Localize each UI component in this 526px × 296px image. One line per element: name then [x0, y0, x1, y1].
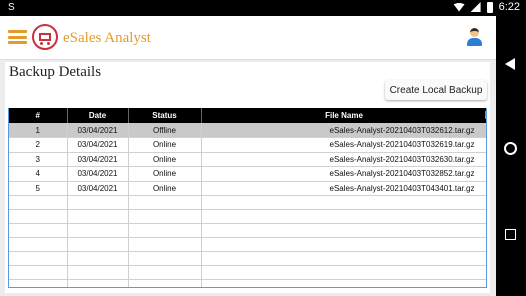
backup-table: # Date Status File Name 1 03/04/2021 Off… [8, 108, 487, 288]
cell-date: 03/04/2021 [67, 181, 129, 196]
user-avatar-icon[interactable] [466, 28, 482, 46]
cell-date: 03/04/2021 [67, 123, 129, 138]
column-resize-handle[interactable] [484, 111, 486, 119]
app-header: eSales Analyst [0, 16, 496, 60]
page-title: Backup Details [9, 64, 102, 80]
cell-status: Online [128, 152, 202, 167]
column-header-status[interactable]: Status [128, 108, 202, 123]
table-row[interactable]: 1 03/04/2021 Offline eSales-Analyst-2021… [9, 123, 486, 138]
empty-row [9, 279, 486, 287]
column-header-file-name[interactable]: File Name [201, 108, 486, 123]
navigation-bar [496, 16, 526, 296]
cell-status: Offline [128, 123, 202, 138]
nav-recent-icon[interactable] [505, 229, 516, 240]
nav-home-icon[interactable] [504, 142, 517, 155]
empty-row [9, 251, 486, 266]
cell-file-name: eSales-Analyst-20210403T032612.tar.gz [201, 123, 486, 138]
table-row[interactable]: 2 03/04/2021 Online eSales-Analyst-20210… [9, 137, 486, 153]
cell-date: 03/04/2021 [67, 166, 129, 182]
empty-row [9, 195, 486, 210]
cell-file-name: eSales-Analyst-20210403T043401.tar.gz [201, 181, 486, 196]
cell-status: Online [128, 137, 202, 153]
wifi-icon [453, 2, 465, 12]
column-header-date[interactable]: Date [67, 108, 129, 123]
create-local-backup-button[interactable]: Create Local Backup [385, 80, 487, 100]
signal-icon [470, 2, 481, 12]
cell-file-name: eSales-Analyst-20210403T032852.tar.gz [201, 166, 486, 182]
nav-back-icon[interactable] [505, 58, 515, 70]
status-icons: 6:22 [453, 1, 520, 13]
status-notification-glyph: S [8, 2, 15, 13]
cell-file-name: eSales-Analyst-20210403T032630.tar.gz [201, 152, 486, 167]
cell-date: 03/04/2021 [67, 152, 129, 167]
empty-row [9, 237, 486, 252]
app-title: eSales Analyst [63, 30, 151, 46]
backup-details-card: Backup Details Create Local Backup # Dat… [5, 62, 490, 293]
status-bar: S 6:22 [0, 0, 526, 16]
cell-number: 2 [9, 137, 68, 153]
cell-number: 5 [9, 181, 68, 196]
table-header-row: # Date Status File Name [9, 108, 486, 123]
empty-row [9, 265, 486, 280]
table-row[interactable]: 4 03/04/2021 Online eSales-Analyst-20210… [9, 166, 486, 182]
cell-status: Online [128, 181, 202, 196]
column-header-number[interactable]: # [9, 108, 68, 123]
cell-number: 3 [9, 152, 68, 167]
empty-row [9, 209, 486, 224]
app-screen: eSales Analyst Backup Details Create Loc… [0, 16, 496, 296]
cell-number: 4 [9, 166, 68, 182]
empty-row [9, 223, 486, 238]
cell-number: 1 [9, 123, 68, 138]
column-header-file-name-label: File Name [325, 111, 363, 120]
cell-date: 03/04/2021 [67, 137, 129, 153]
table-row[interactable]: 5 03/04/2021 Online eSales-Analyst-20210… [9, 181, 486, 196]
logo-cart-icon [32, 24, 58, 50]
battery-icon [486, 1, 493, 13]
status-time: 6:22 [498, 1, 520, 13]
cell-file-name: eSales-Analyst-20210403T032619.tar.gz [201, 137, 486, 153]
table-row[interactable]: 3 03/04/2021 Online eSales-Analyst-20210… [9, 152, 486, 167]
menu-icon[interactable] [8, 30, 27, 44]
cell-status: Online [128, 166, 202, 182]
